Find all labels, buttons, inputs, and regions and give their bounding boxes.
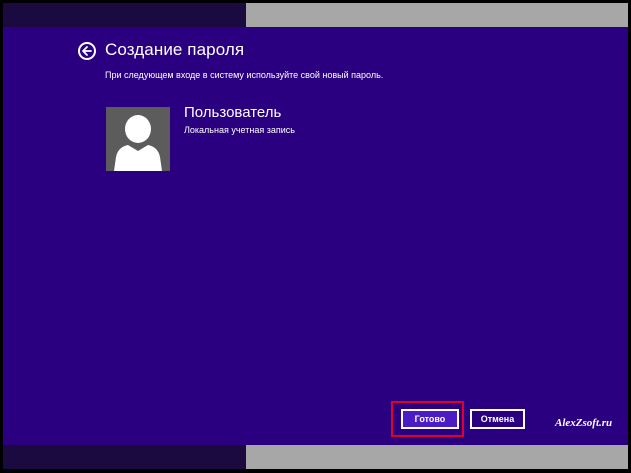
user-avatar — [106, 107, 170, 171]
bottom-bar-left — [3, 445, 246, 469]
user-avatar-icon — [114, 115, 162, 171]
back-arrow-icon — [82, 46, 92, 56]
top-bar-right — [246, 3, 628, 27]
cancel-button[interactable]: Отмена — [470, 409, 525, 429]
user-account-type: Локальная учетная запись — [184, 125, 295, 135]
done-button[interactable]: Готово — [401, 409, 459, 429]
top-bar-left — [3, 3, 246, 27]
back-button[interactable] — [78, 42, 96, 60]
bottom-bar-right — [246, 445, 628, 469]
page-title: Создание пароля — [105, 40, 245, 59]
page-subtitle: При следующем входе в систему используйт… — [105, 70, 384, 80]
watermark: AlexZsoft.ru — [555, 417, 613, 429]
main-panel — [3, 27, 628, 445]
user-name: Пользователь — [184, 104, 282, 121]
